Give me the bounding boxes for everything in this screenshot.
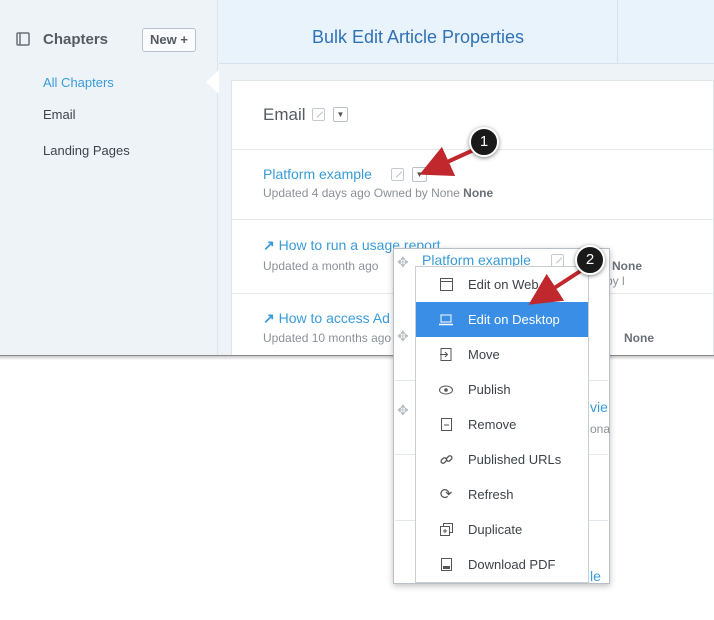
menu-item-move[interactable]: Move	[416, 337, 588, 372]
article-title-platform-example[interactable]: Platform example	[263, 166, 372, 182]
edit-section-icon[interactable]	[312, 108, 325, 121]
browser-window-icon	[438, 267, 454, 304]
article-title-access-ad[interactable]: ↗ How to access Ad	[263, 310, 390, 327]
laptop-icon	[438, 302, 454, 339]
refresh-icon: ⟳	[439, 486, 453, 503]
callout-1-badge: 1	[469, 127, 499, 157]
eye-icon	[438, 372, 454, 408]
book-icon	[16, 32, 30, 46]
drag-handle-icon[interactable]: ✥	[397, 254, 409, 271]
article-meta: Updated 4 days ago Owned by None None	[263, 186, 494, 200]
article-menu-chevron-icon[interactable]: ▼	[412, 167, 427, 182]
new-chapter-button[interactable]: New +	[142, 28, 196, 52]
chapters-title: Chapters	[43, 31, 109, 48]
menu-item-edit-on-web[interactable]: Edit on Web	[416, 267, 588, 302]
owner-fragment: None	[612, 259, 642, 273]
header-divider	[617, 0, 618, 64]
pdf-icon	[438, 547, 454, 584]
top-bar: Bulk Edit Article Properties	[219, 0, 714, 64]
article-meta: Updated 10 months ago	[263, 331, 392, 345]
menu-item-download-pdf[interactable]: Download PDF	[416, 547, 588, 582]
chapters-header: Chapters New +	[14, 28, 214, 52]
title-fragment: vie	[590, 399, 608, 415]
article-actions-menu: Edit on Web Edit on Desktop Move Publish…	[415, 266, 589, 583]
sidebar-item-email[interactable]: Email	[43, 107, 76, 122]
article-meta: Updated a month ago	[263, 259, 379, 273]
edit-article-icon[interactable]	[391, 168, 404, 181]
external-link-icon: ↗	[263, 310, 275, 326]
sidebar-item-all-chapters[interactable]: All Chapters	[43, 75, 114, 90]
drag-handle-icon[interactable]: ✥	[397, 328, 409, 345]
callout-2-badge: 2	[575, 245, 605, 275]
status-fragment: None	[624, 331, 654, 345]
move-into-icon	[438, 337, 454, 374]
menu-item-publish[interactable]: Publish	[416, 372, 588, 407]
row-divider	[232, 219, 714, 220]
menu-item-remove[interactable]: Remove	[416, 407, 588, 442]
section-title: Email	[263, 105, 306, 124]
drag-handle-icon[interactable]: ✥	[397, 402, 409, 419]
title-fragment: le	[590, 568, 601, 584]
active-pointer	[206, 70, 219, 94]
remove-doc-icon	[438, 407, 454, 444]
external-link-icon: ↗	[263, 237, 275, 253]
menu-item-refresh[interactable]: ⟳ Refresh	[416, 477, 588, 512]
menu-item-edit-on-desktop[interactable]: Edit on Desktop	[416, 302, 588, 337]
sidebar-item-landing-pages[interactable]: Landing Pages	[43, 143, 130, 158]
meta-fragment: ona	[590, 422, 611, 436]
section-menu-chevron-icon[interactable]: ▼	[333, 107, 348, 122]
sidebar: Chapters New + All Chapters Email Landin…	[0, 0, 218, 355]
page-title: Bulk Edit Article Properties	[311, 27, 525, 47]
menu-item-published-urls[interactable]: Published URLs	[416, 442, 588, 477]
link-icon	[438, 442, 454, 479]
duplicate-icon	[438, 512, 454, 549]
menu-item-duplicate[interactable]: Duplicate	[416, 512, 588, 547]
